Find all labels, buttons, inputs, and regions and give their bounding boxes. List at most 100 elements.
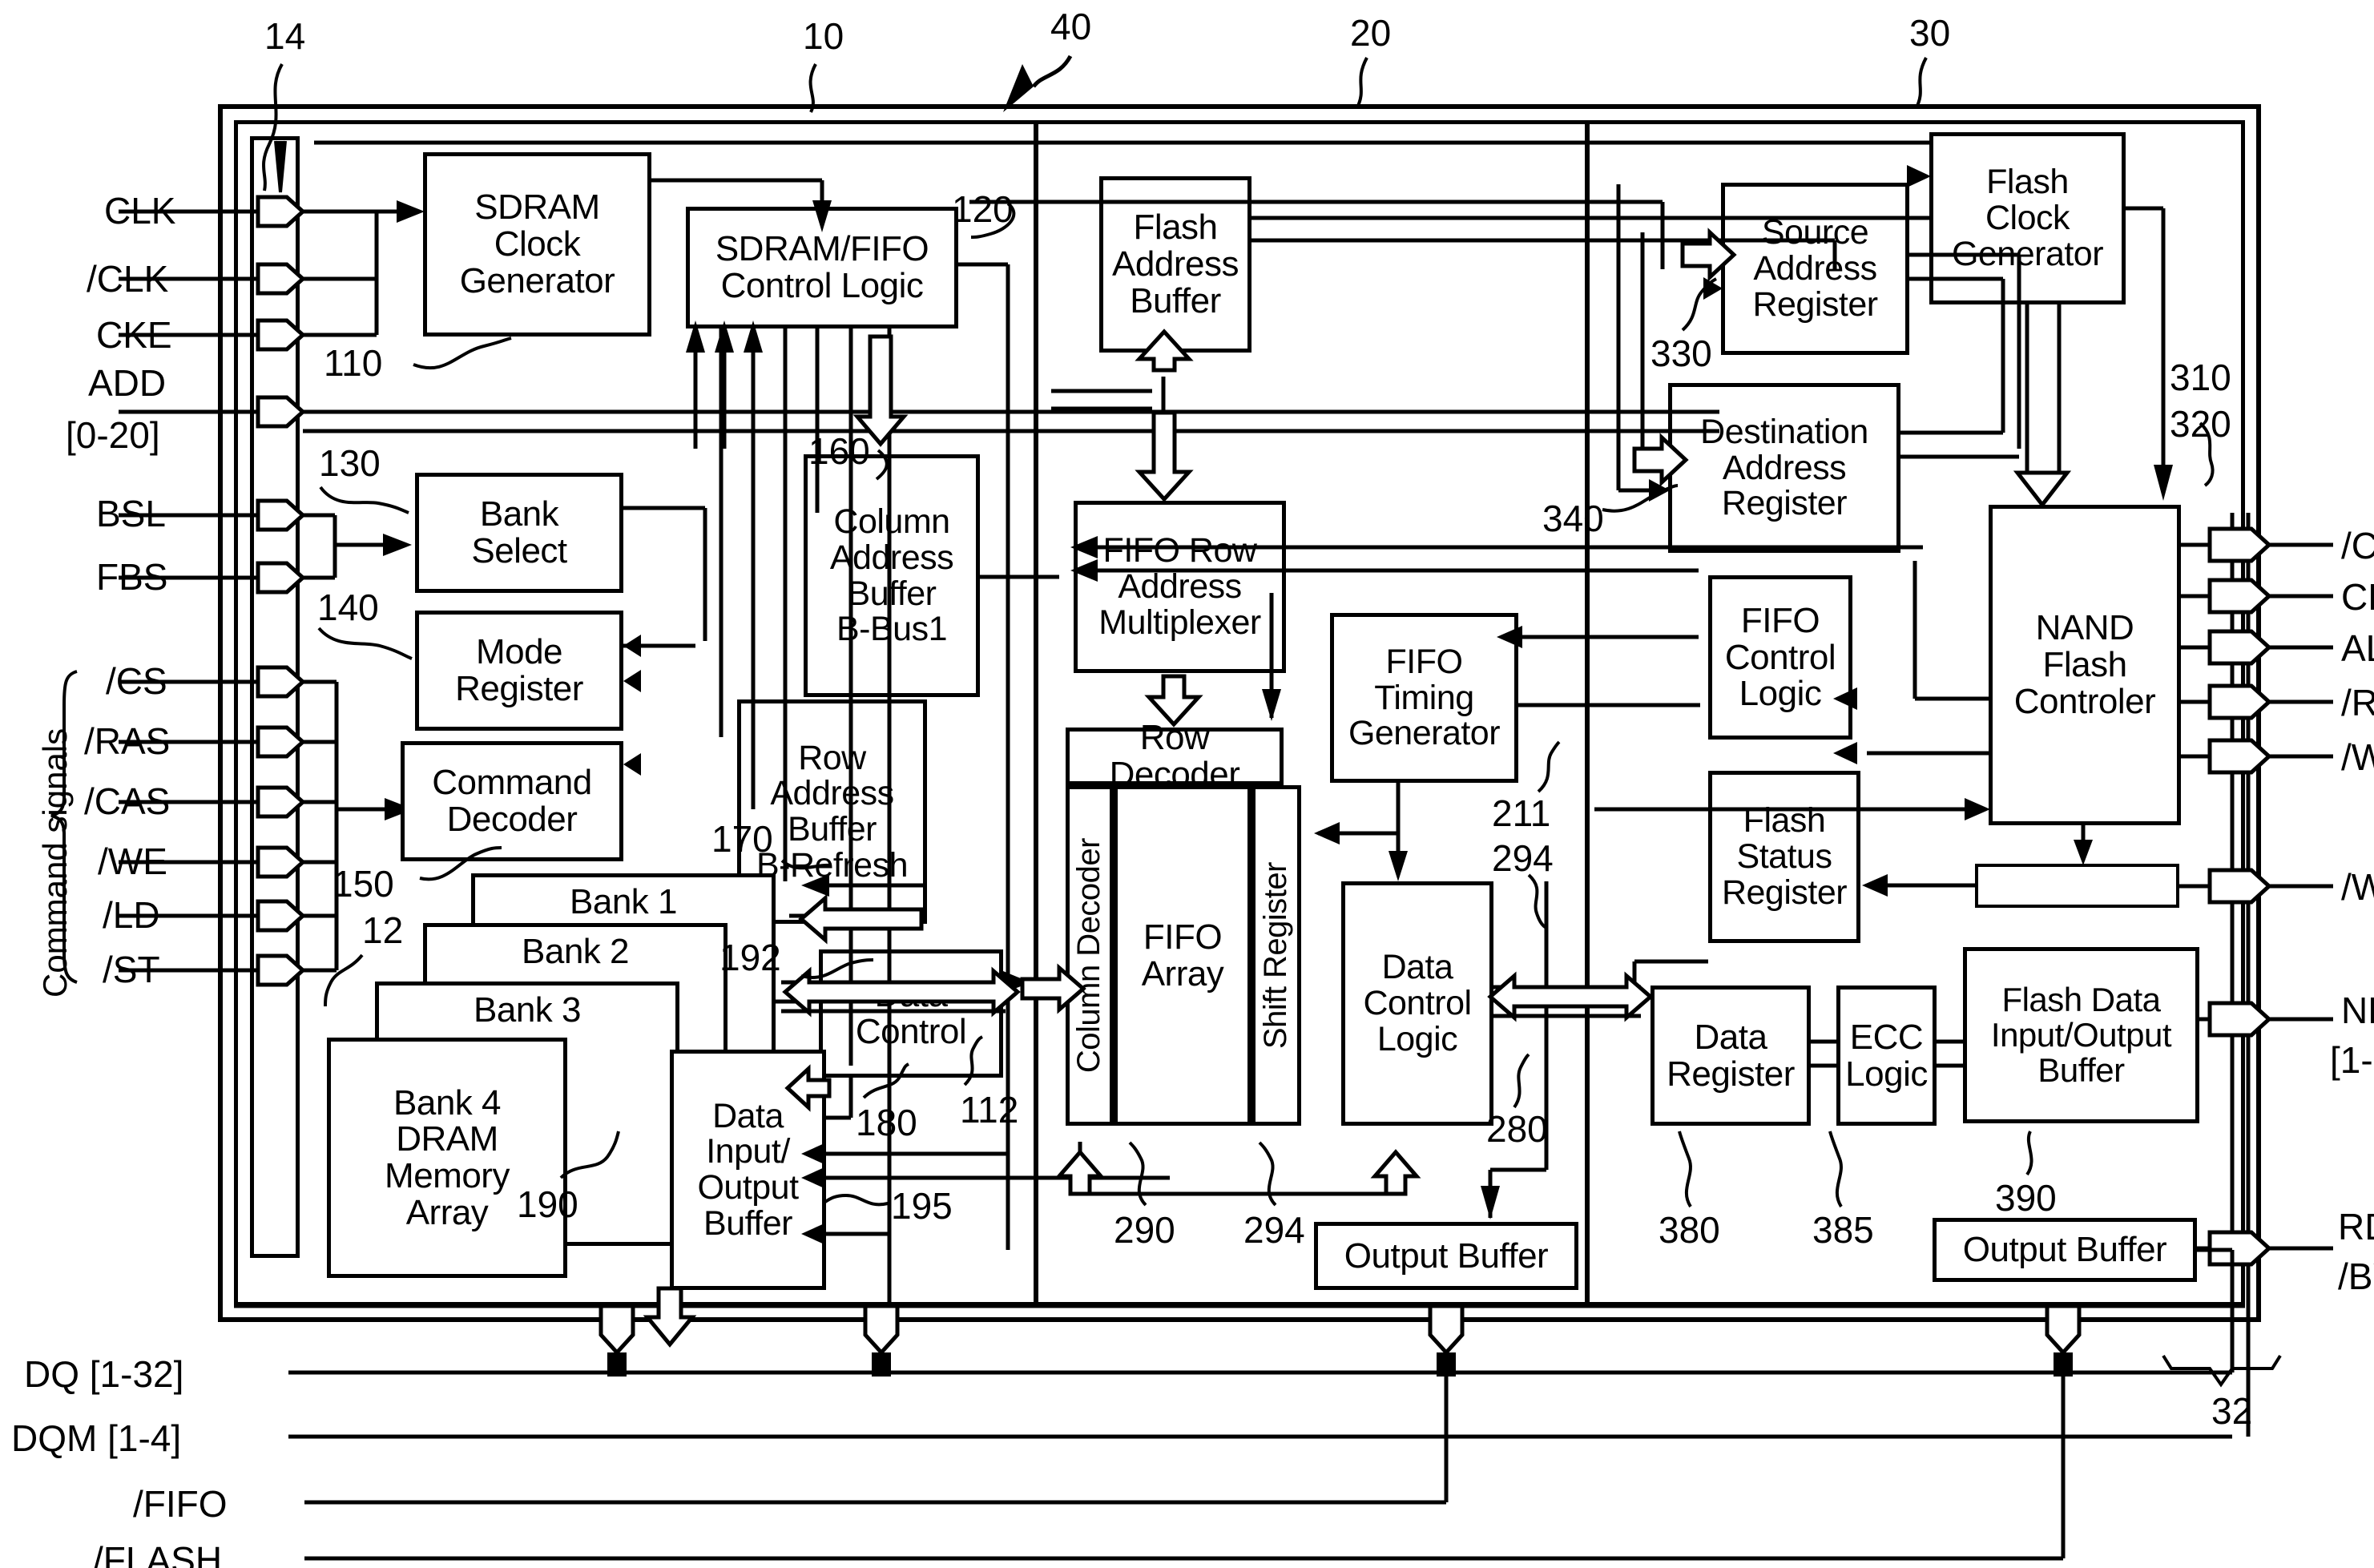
signal-label-wp: /WP bbox=[2341, 866, 2374, 908]
block-flash-clock-generator: Flash Clock Generator bbox=[1929, 132, 2126, 304]
ref-330: 330 bbox=[1651, 333, 1712, 374]
signal-label-nclk: /CLK bbox=[87, 258, 169, 300]
partition-fifo-flash bbox=[1585, 120, 1590, 1306]
block-label: FIFO Array bbox=[1141, 917, 1224, 994]
signal-label-ce: /CE bbox=[2341, 525, 2374, 566]
block-data-control-logic: Data Control Logic bbox=[1341, 881, 1493, 1126]
ref-32: 32 bbox=[2211, 1390, 2253, 1432]
block-destination-address-register: Destination Address Register bbox=[1668, 383, 1900, 553]
ref-190: 190 bbox=[517, 1183, 578, 1225]
ref-192: 192 bbox=[719, 937, 781, 978]
block-data-io-buffer: Data Input/Output Buffer bbox=[670, 1050, 826, 1290]
block-column-decoder: Column Decoder bbox=[1066, 785, 1114, 1126]
ref-385: 385 bbox=[1812, 1209, 1874, 1251]
signal-label-ndq-range: [1-16] bbox=[2330, 1039, 2374, 1081]
ref-10: 10 bbox=[803, 15, 844, 57]
block-label: Destination Address Register bbox=[1700, 412, 1868, 523]
block-label: Shift Register bbox=[1258, 861, 1294, 1050]
signal-label-fifo: /FIFO bbox=[133, 1483, 228, 1525]
ref-14: 14 bbox=[264, 15, 306, 57]
ref-170: 170 bbox=[711, 818, 773, 860]
block-label: Output Buffer bbox=[1344, 1235, 1549, 1276]
ref-30: 30 bbox=[1909, 12, 1951, 54]
block-output-buffer-center: Output Buffer bbox=[1314, 1222, 1578, 1290]
block-label: Data Input/Output Buffer bbox=[697, 1096, 799, 1243]
signal-label-st: /ST bbox=[103, 949, 160, 990]
block-label: Bank 4 DRAM Memory Array bbox=[385, 1082, 510, 1232]
signal-label-rd: RD, bbox=[2338, 1206, 2374, 1248]
block-label: Bank Select bbox=[471, 494, 567, 570]
block-label: Data Control bbox=[855, 975, 967, 1051]
block-label: NAND Flash Controler bbox=[2013, 608, 2156, 721]
patent-figure: 14 10 40 20 30 CLK /CLK CKE ADD [0-20] B… bbox=[0, 0, 2374, 1568]
block-source-address-register: Source Address Register bbox=[1721, 183, 1909, 355]
block-label: FIFO Timing Generator bbox=[1348, 642, 1501, 753]
pad-column-frame bbox=[250, 136, 300, 1258]
block-flash-address-buffer: Flash Address Buffer bbox=[1099, 176, 1251, 353]
block-label: Output Buffer bbox=[1962, 1230, 2167, 1270]
block-flash-status-register: Flash Status Register bbox=[1708, 771, 1860, 943]
ref-294-lower: 294 bbox=[1243, 1209, 1305, 1251]
ref-390: 390 bbox=[1995, 1177, 2057, 1219]
ref-40: 40 bbox=[1050, 6, 1092, 47]
signal-label-ndq: NDQ bbox=[2341, 990, 2374, 1031]
signal-label-cas: /CAS bbox=[84, 780, 171, 822]
signal-label-dq: DQ [1-32] bbox=[24, 1353, 184, 1395]
ref-20: 20 bbox=[1350, 12, 1392, 54]
block-label: ECC Logic bbox=[1845, 1017, 1928, 1094]
block-command-decoder: Command Decoder bbox=[401, 741, 623, 861]
signal-label-cle: CLE bbox=[2341, 576, 2374, 618]
ref-180: 180 bbox=[856, 1102, 917, 1143]
signal-label-add: ADD bbox=[88, 362, 167, 404]
signal-label-dqm: DQM [1-4] bbox=[11, 1417, 182, 1459]
ref-120: 120 bbox=[952, 188, 1014, 230]
ref-310: 310 bbox=[2170, 357, 2231, 398]
block-row-decoder: Row Decoder bbox=[1066, 720, 1284, 792]
block-bank4-dram-memory-array: Bank 4 DRAM Memory Array bbox=[327, 1038, 567, 1278]
block-column-address-buffer: Column Address Buffer B-Bus1 bbox=[804, 454, 980, 697]
ref-160: 160 bbox=[808, 430, 870, 472]
ref-294-upper: 294 bbox=[1492, 837, 1554, 879]
signal-label-add-range: [0-20] bbox=[66, 414, 160, 456]
block-label: Flash Data Input/Output Buffer bbox=[1990, 981, 2172, 1089]
signal-label-fbs: FBS bbox=[96, 556, 168, 598]
block-fifo-timing-generator: FIFO Timing Generator bbox=[1330, 613, 1518, 783]
ref-380: 380 bbox=[1659, 1209, 1720, 1251]
ref-12: 12 bbox=[362, 909, 404, 951]
block-label: Data Register bbox=[1667, 1017, 1795, 1094]
block-label: Bank 2 bbox=[522, 932, 629, 971]
block-label: Flash Clock Generator bbox=[1951, 163, 2104, 273]
block-bank-select: Bank Select bbox=[415, 473, 623, 593]
signal-label-ale: ALE bbox=[2341, 627, 2374, 669]
block-label: SDRAM Clock Generator bbox=[459, 187, 615, 300]
signal-label-by: /BY bbox=[2338, 1256, 2374, 1297]
block-label: Command Decoder bbox=[432, 763, 592, 839]
signal-label-ras: /RAS bbox=[84, 720, 171, 762]
block-data-control: Data Control bbox=[819, 949, 1003, 1078]
ref-130: 130 bbox=[319, 442, 381, 484]
block-label: Source Address Register bbox=[1752, 213, 1878, 324]
block-label: Column Address Buffer B-Bus1 bbox=[829, 502, 954, 649]
ref-211: 211 bbox=[1492, 792, 1551, 834]
block-output-buffer-right: Output Buffer bbox=[1933, 1218, 2197, 1282]
block-sdram-fifo-control-logic: SDRAM/FIFO Control Logic bbox=[686, 207, 958, 329]
signal-label-we: /WE bbox=[98, 840, 167, 882]
ref-112: 112 bbox=[960, 1089, 1019, 1131]
block-data-register: Data Register bbox=[1651, 986, 1811, 1126]
ref-140: 140 bbox=[317, 586, 379, 628]
block-ecc-logic: ECC Logic bbox=[1836, 986, 1937, 1126]
block-label: Flash Status Register bbox=[1721, 801, 1848, 912]
block-label: Column Decoder bbox=[1071, 837, 1107, 1074]
ref-320: 320 bbox=[2170, 403, 2231, 445]
block-label: SDRAM/FIFO Control Logic bbox=[715, 229, 929, 305]
block-label: Bank 3 bbox=[474, 990, 581, 1030]
command-signals-group-label: Command signals bbox=[36, 728, 74, 998]
block-mode-register: Mode Register bbox=[415, 611, 623, 731]
ref-110: 110 bbox=[324, 342, 383, 384]
ref-280: 280 bbox=[1486, 1108, 1548, 1150]
block-label: Row Address Buffer B-Refresh bbox=[756, 738, 909, 885]
block-label: Row Decoder bbox=[1109, 718, 1240, 794]
ref-340: 340 bbox=[1542, 498, 1604, 539]
signal-label-flash: /FLASH bbox=[93, 1539, 223, 1568]
signal-label-cke: CKE bbox=[96, 314, 172, 356]
